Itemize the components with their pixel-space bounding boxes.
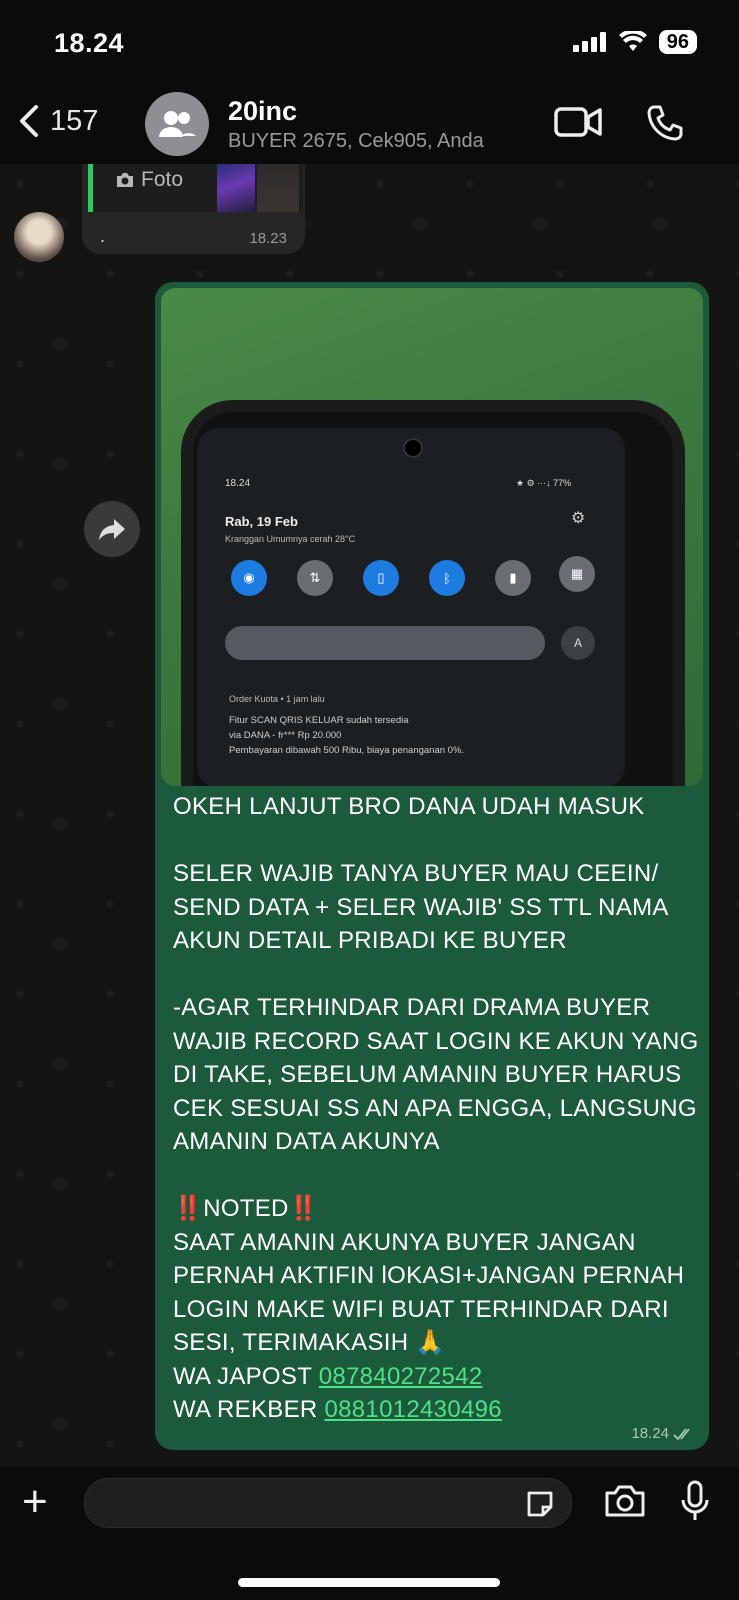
camera-icon (117, 173, 133, 187)
chevron-left-icon (20, 105, 38, 137)
video-camera-icon (554, 107, 602, 137)
sticker-icon (527, 1491, 553, 1517)
chat-header: 157 20inc BUYER 2675, Cek905, Anda (0, 90, 739, 164)
camera-button[interactable] (604, 1484, 646, 1523)
group-avatar[interactable] (145, 92, 209, 156)
wa-rekber-label: WA REKBER (173, 1396, 325, 1423)
forward-button[interactable] (84, 501, 140, 557)
wa-japost-number-link[interactable]: 087840272542 (319, 1363, 483, 1390)
flashlight-toggle-icon: ▮ (495, 560, 531, 596)
photo-notif-line: via DANA - fr*** Rp 20.000 (229, 730, 342, 741)
message-text: OKEH LANJUT BRO DANA UDAH MASUK SELER WA… (173, 790, 703, 1427)
photo-screen-date: Rab, 19 Feb (225, 514, 298, 529)
microphone-button[interactable] (680, 1480, 710, 1527)
quote-thumbnail (257, 164, 299, 212)
status-time: 18.24 (54, 28, 125, 58)
photo-phone-camera (403, 438, 423, 458)
wa-japost-label: WA JAPOST (173, 1362, 319, 1390)
sticker-button[interactable] (525, 1489, 555, 1524)
attached-photo[interactable]: 18.24 ★ ⚙ ···↓ 77% Rab, 19 Feb Kranggan … (161, 288, 703, 786)
photo-notif-line: Fitur SCAN QRIS KELUAR sudah tersedia (229, 715, 409, 726)
unread-count: 157 (50, 104, 99, 137)
signal-icon (572, 32, 606, 52)
message-paragraph: SELER WAJIB TANYA BUYER MAU CEEIN/ SEND … (173, 860, 674, 954)
message-bubble[interactable]: 18.24 ★ ⚙ ···↓ 77% Rab, 19 Feb Kranggan … (155, 282, 709, 1450)
message-paragraph: OKEH LANJUT BRO DANA UDAH MASUK (173, 793, 645, 820)
quote-label: Foto (115, 168, 183, 192)
double-check-icon (673, 1427, 690, 1440)
group-icon (159, 111, 196, 137)
quote-thumbnail (217, 164, 255, 212)
photo-brightness-slider (225, 626, 545, 660)
message-noted: NOTED (203, 1195, 289, 1222)
chat-title[interactable]: 20inc (228, 96, 297, 127)
quoted-reply[interactable]: Foto (88, 164, 303, 212)
composer-bar: + (0, 1466, 739, 1600)
battery-indicator: 96 (658, 30, 697, 54)
forward-arrow-icon (99, 519, 125, 540)
status-bar: 18.24 96 (0, 0, 739, 90)
photo-notification: Order Kuota • 1 jam lalu Fitur SCAN QRIS… (229, 692, 464, 758)
vibrate-toggle-icon: ▯ (363, 560, 399, 596)
video-call-button[interactable] (554, 106, 602, 143)
sender-avatar[interactable] (14, 212, 64, 262)
gear-icon: ⚙ (571, 510, 586, 527)
phone-icon (647, 105, 683, 141)
double-exclamation-icon: ‼️ (173, 1195, 204, 1222)
wifi-icon (618, 31, 647, 51)
back-button[interactable]: 157 (18, 104, 98, 138)
photo-brightness-auto: A (561, 626, 595, 660)
quote-type: Foto (141, 168, 184, 191)
wa-rekber-number-link[interactable]: 0881012430496 (324, 1396, 501, 1423)
photo-screen-time: 18.24 (225, 478, 251, 489)
data-toggle-icon: ⇅ (297, 560, 333, 596)
message-input[interactable] (84, 1478, 572, 1528)
microphone-icon (681, 1480, 709, 1520)
message-meta: 18.24 (631, 1425, 695, 1442)
chat-area[interactable]: Foto . 18.23 18.24 ★ ⚙ ···↓ 77% Rab, 19 … (0, 164, 739, 1466)
attach-plus-icon[interactable]: + (22, 1480, 48, 1524)
camera-icon (605, 1485, 645, 1517)
message-time: 18.23 (249, 230, 287, 247)
wifi-toggle-icon: ◉ (231, 560, 267, 596)
message-text: . (100, 226, 106, 246)
grid-toggle-icon: ▦ (559, 556, 595, 592)
previous-message[interactable]: Foto . 18.23 (82, 164, 305, 254)
photo-screen-weather: Kranggan Umumnya cerah 28°C (225, 534, 356, 544)
home-indicator (238, 1578, 500, 1587)
photo-screen-status: ★ ⚙ ···↓ 77% (516, 478, 572, 488)
photo-notif-line: Pembayaran dibawah 500 Ribu, biaya penan… (229, 745, 465, 756)
double-exclamation-icon: ‼️ (288, 1195, 319, 1222)
status-icons: 96 (572, 30, 697, 54)
message-paragraph: -AGAR TERHINDAR DARI DRAMA BUYER WAJIB R… (173, 994, 706, 1155)
photo-notif-header: Order Kuota • 1 jam lalu (229, 694, 325, 704)
voice-call-button[interactable] (646, 104, 684, 147)
bluetooth-toggle-icon: ᛒ (429, 560, 465, 596)
message-time: 18.24 (631, 1425, 669, 1442)
message-paragraph: SAAT AMANIN AKUNYA BUYER JANGAN PERNAH A… (173, 1228, 692, 1357)
chat-subtitle[interactable]: BUYER 2675, Cek905, Anda (228, 130, 484, 153)
